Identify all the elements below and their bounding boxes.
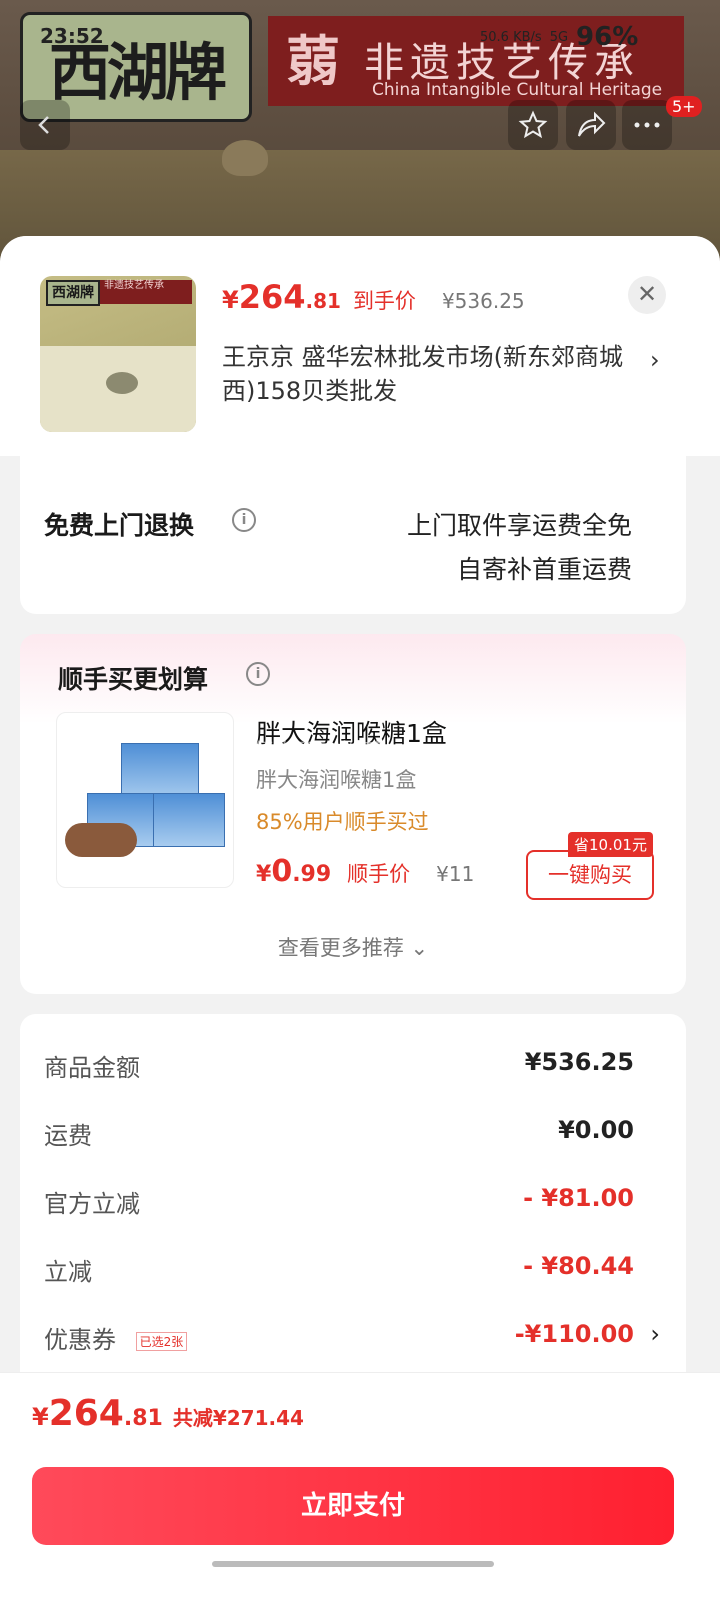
summary-row-shipping: 运费 ¥0.00 (44, 1116, 634, 1151)
close-button[interactable]: ✕ (628, 276, 666, 314)
net-speed: 50.6 KB/s (480, 29, 542, 45)
summary-row-discount: 立减 - ¥80.44 (44, 1252, 634, 1287)
total-decimal: .81 (123, 1406, 163, 1431)
candy-image (65, 823, 137, 857)
battery-level: 96% (576, 22, 639, 52)
thumb-logo: 西湖牌 (46, 280, 100, 306)
heritage-en: China Intangible Cultural Heritage (372, 80, 663, 100)
price-integer: 264 (238, 278, 306, 316)
info-icon[interactable]: i (246, 662, 270, 686)
price-label: 到手价 (352, 289, 416, 313)
share-icon (578, 111, 606, 137)
summary-value: - ¥81.00 (523, 1184, 634, 1212)
summary-value: ¥536.25 (524, 1048, 634, 1076)
price-decimal: .81 (305, 289, 341, 313)
more-recommendations-link[interactable]: 查看更多推荐 ⌄ (20, 932, 686, 962)
summary-label: 立减 (44, 1258, 92, 1286)
summary-label: 运费 (44, 1122, 92, 1150)
rec-price-label: 顺手价 (347, 862, 411, 886)
rec-price-currency: ¥ (256, 862, 272, 887)
back-arrow-icon (38, 116, 49, 134)
recommend-ghost-text: 猜你喜欢推荐 (252, 740, 385, 765)
star-icon (518, 110, 548, 139)
summary-value: ¥0.00 (558, 1116, 634, 1144)
summary-value: -¥110.00 (514, 1320, 634, 1348)
total-currency: ¥ (32, 1403, 49, 1431)
chevron-right-icon[interactable]: › (650, 1320, 660, 1348)
return-service-title: 免费上门退换 (44, 511, 195, 540)
recommend-title: 顺手买更划算 (58, 665, 209, 694)
more-badge: 5+ (666, 96, 702, 117)
one-click-buy-button[interactable]: 一键购买 (526, 850, 654, 900)
pay-now-button[interactable]: 立即支付 (32, 1467, 674, 1545)
share-button[interactable] (566, 100, 616, 150)
rec-original-price: ¥11 (436, 862, 475, 886)
recommend-item-image[interactable] (56, 712, 234, 888)
favorite-button[interactable] (508, 100, 558, 150)
thumb-mat-logo (106, 372, 138, 394)
signal-label: 5G (549, 29, 569, 45)
summary-row-goods: 商品金额 ¥536.25 (44, 1048, 634, 1083)
recommend-card: 顺手买更划算 i 胖大海润喉糖1盒 猜你喜欢推荐 胖大海润喉糖1盒 85%用户顺… (20, 634, 686, 994)
thumb-heritage: 非遗技艺传承 (100, 280, 192, 304)
summary-row-coupon[interactable]: 优惠券 已选2张 -¥110.00 (44, 1320, 634, 1355)
more-dots-icon (634, 122, 660, 128)
rec-price-decimal: .99 (292, 862, 332, 887)
summary-label: 商品金额 (44, 1054, 140, 1082)
summary-value: - ¥80.44 (523, 1252, 634, 1280)
original-price: ¥536.25 (441, 289, 525, 313)
recommend-item-price: ¥ 0 .99 顺手价 ¥11 (256, 854, 474, 889)
checkout-bar: ¥ 264 .81 共减¥271.44 立即支付 (0, 1372, 720, 1601)
product-thumbnail[interactable]: 西湖牌 非遗技艺传承 (40, 276, 196, 432)
total-price: ¥ 264 .81 共减¥271.44 (32, 1393, 304, 1434)
recommend-item-stat: 85%用户顺手买过 (256, 810, 429, 834)
coupon-count-tag: 已选2张 (135, 1331, 188, 1351)
summary-row-official-discount: 官方立减 - ¥81.00 (44, 1184, 634, 1219)
candy-box-image (153, 793, 225, 847)
shipping-address[interactable]: 王京京 盛华宏林批发市场(新东郊商城西)158贝类批发 (222, 340, 642, 408)
more-menu-button[interactable] (622, 100, 672, 150)
rec-price-integer: 0 (271, 854, 293, 889)
product-price: ¥ 264 .81 到手价 ¥536.25 (222, 278, 525, 316)
save-badge: 省10.01元 (568, 832, 653, 857)
status-icons: 50.6 KB/s 5G 96% (480, 22, 638, 52)
summary-label: 优惠券 (44, 1326, 116, 1354)
total-saved: 共减¥271.44 (172, 1406, 304, 1430)
heritage-seal: 蒻 (286, 30, 340, 93)
product-summary: 西湖牌 非遗技艺传承 ¥ 264 .81 到手价 ¥536.25 ✕ 王京京 盛… (0, 236, 720, 456)
return-service-card[interactable]: 免费上门退换 i 上门取件享运费全免 自寄补首重运费 (20, 454, 686, 614)
status-time: 23:52 (40, 24, 104, 48)
info-icon[interactable]: i (232, 508, 256, 532)
home-indicator[interactable] (212, 1561, 494, 1567)
summary-label: 官方立减 (44, 1190, 140, 1218)
total-integer: 264 (48, 1393, 124, 1434)
price-currency: ¥ (222, 286, 239, 314)
return-service-line2: 自寄补首重运费 (456, 555, 632, 584)
banner-teapot (222, 140, 268, 176)
back-button[interactable] (20, 100, 70, 150)
recommend-item-spec: 胖大海润喉糖1盒 (256, 768, 417, 792)
return-service-line1: 上门取件享运费全免 (406, 511, 632, 540)
chevron-right-icon: › (650, 346, 660, 374)
price-summary-card: 商品金额 ¥536.25 运费 ¥0.00 官方立减 - ¥81.00 立减 -… (20, 1014, 686, 1414)
